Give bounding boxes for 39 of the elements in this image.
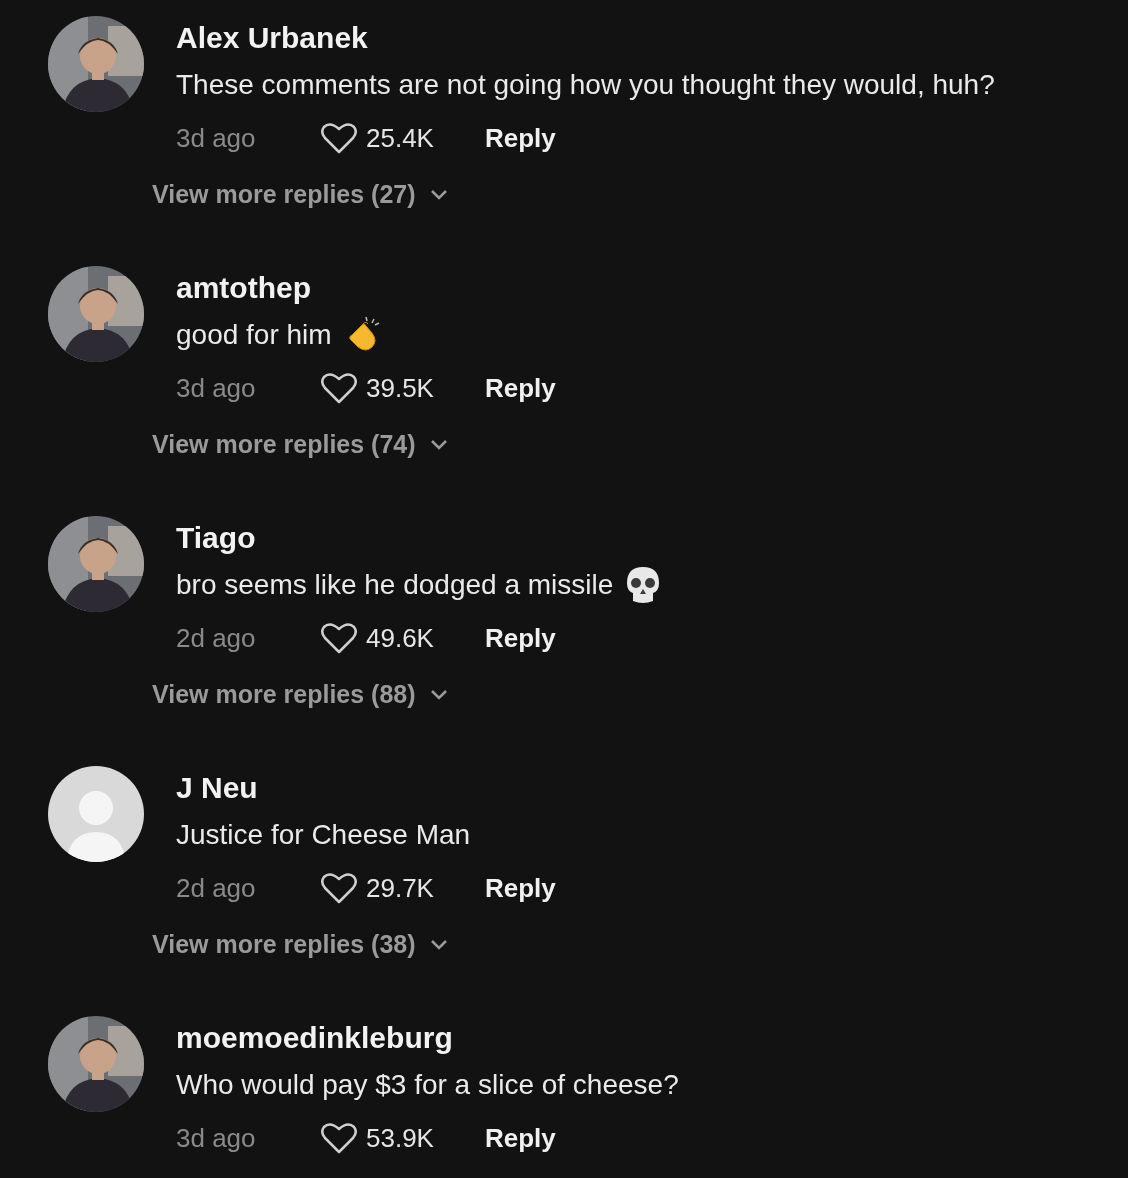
username[interactable]: Alex Urbanek xyxy=(176,16,995,60)
reply-button[interactable]: Reply xyxy=(485,872,556,904)
username[interactable]: moemoedinkleburg xyxy=(176,1016,679,1060)
timestamp: 3d ago xyxy=(176,1122,257,1154)
view-more-replies-button[interactable]: View more replies (88) xyxy=(152,680,448,709)
timestamp: 3d ago xyxy=(176,122,257,154)
skull-icon xyxy=(625,565,662,605)
like-count: 25.4K xyxy=(366,122,434,154)
username[interactable]: amtothep xyxy=(176,266,556,310)
username[interactable]: J Neu xyxy=(176,766,556,810)
heart-icon[interactable] xyxy=(320,121,358,155)
comment-text: Justice for Cheese Man xyxy=(176,819,471,851)
timestamp: 3d ago xyxy=(176,372,257,404)
view-more-replies-button[interactable]: View more replies (74) xyxy=(152,430,448,459)
chevron-down-icon xyxy=(429,188,448,201)
heart-icon[interactable] xyxy=(320,371,358,405)
chevron-down-icon xyxy=(429,938,448,951)
like-count: 53.9K xyxy=(366,1122,434,1154)
heart-icon[interactable] xyxy=(320,871,358,905)
comment-text: good for him xyxy=(176,319,332,351)
comment-text: bro seems like he dodged a missile xyxy=(176,569,614,601)
reply-button[interactable]: Reply xyxy=(485,122,556,154)
heart-icon[interactable] xyxy=(320,621,358,655)
like-count: 39.5K xyxy=(366,372,434,404)
view-more-replies-button[interactable]: View more replies (27) xyxy=(152,180,448,209)
like-count: 49.6K xyxy=(366,622,434,654)
comment-text: Who would pay $3 for a slice of cheese? xyxy=(176,1069,679,1101)
heart-icon[interactable] xyxy=(320,1121,358,1155)
reply-button[interactable]: Reply xyxy=(485,622,556,654)
comment-text: These comments are not going how you thought they would, huh? xyxy=(176,69,995,101)
chevron-down-icon xyxy=(429,688,448,701)
reply-button[interactable]: Reply xyxy=(485,1122,556,1154)
chevron-down-icon xyxy=(429,438,448,451)
like-count: 29.7K xyxy=(366,872,434,904)
view-more-replies-button[interactable]: View more replies (38) xyxy=(152,930,448,959)
timestamp: 2d ago xyxy=(176,872,257,904)
username[interactable]: Tiago xyxy=(176,516,662,560)
timestamp: 2d ago xyxy=(176,622,257,654)
reply-button[interactable]: Reply xyxy=(485,372,556,404)
